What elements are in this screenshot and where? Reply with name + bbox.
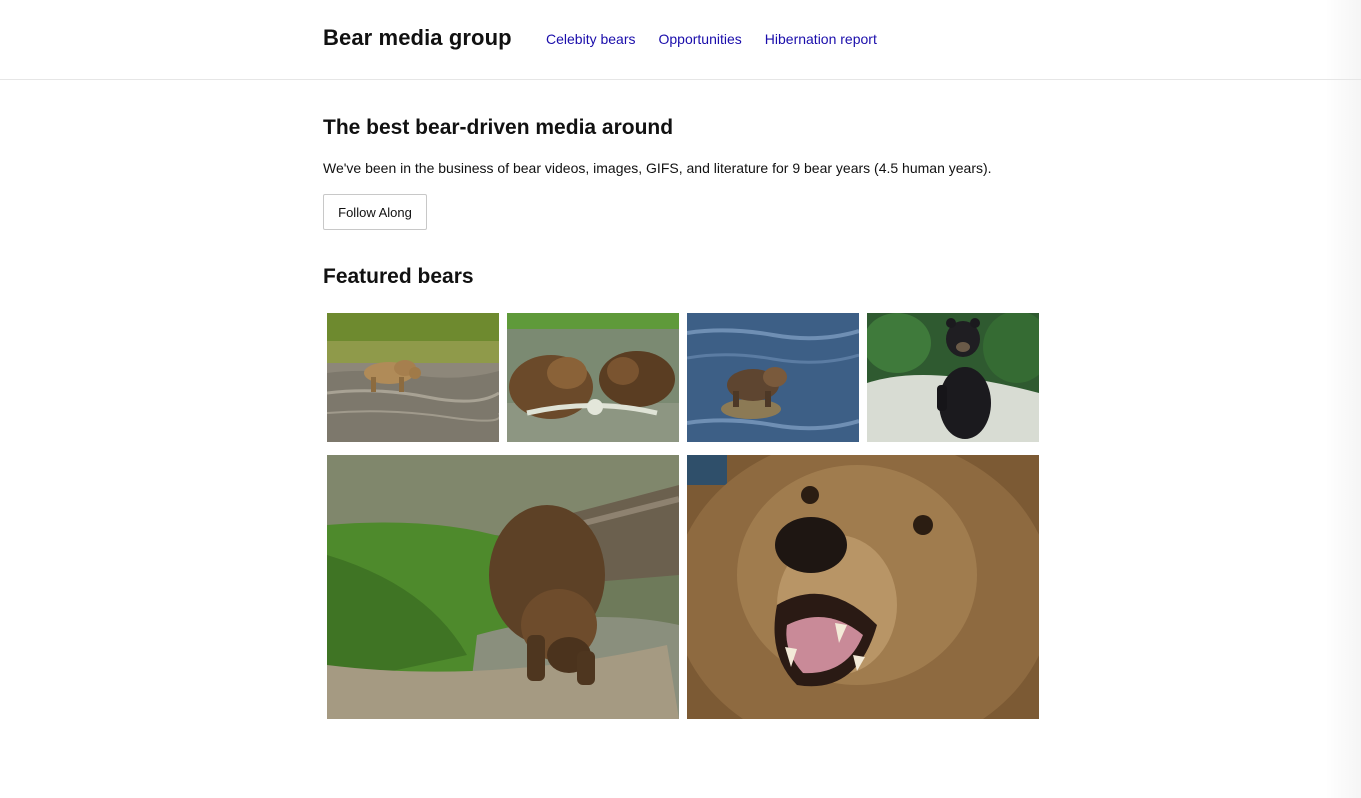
page-shadow: [1325, 0, 1361, 798]
bear-photo-black-bear[interactable]: [867, 313, 1039, 442]
hero-title: The best bear-driven media around: [323, 116, 674, 139]
nav-link-celebrity-bears[interactable]: Celebity bears: [546, 31, 636, 47]
main-nav: Celebity bears Opportunities Hibernation…: [546, 31, 900, 47]
featured-bears-title: Featured bears: [323, 265, 474, 288]
brand-logo[interactable]: Bear media group: [323, 25, 512, 51]
bear-photo-river-rock[interactable]: [687, 313, 859, 442]
nav-link-hibernation-report[interactable]: Hibernation report: [765, 31, 877, 47]
hero-description: We've been in the business of bear video…: [323, 160, 992, 176]
bear-photo-wrestling[interactable]: [507, 313, 679, 442]
follow-along-button[interactable]: Follow Along: [323, 194, 427, 230]
bear-photo-drinking[interactable]: [327, 455, 679, 719]
bear-photo-wading[interactable]: [327, 313, 499, 442]
site-header: Bear media group Celebity bears Opportun…: [0, 0, 1361, 80]
nav-link-opportunities[interactable]: Opportunities: [659, 31, 742, 47]
bear-photo-roaring[interactable]: [687, 455, 1039, 719]
